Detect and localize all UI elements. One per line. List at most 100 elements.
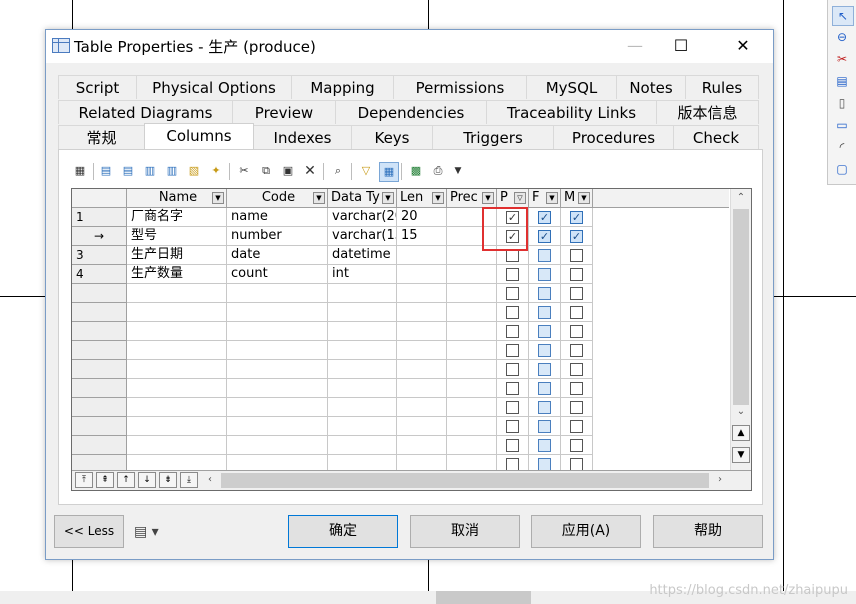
tab-mapping[interactable]: Mapping <box>291 75 394 99</box>
cell-type[interactable]: int <box>328 265 397 284</box>
checkbox-p[interactable] <box>506 401 519 414</box>
table-row[interactable]: 3 生产日期 date datetime <box>72 246 729 265</box>
table-row[interactable] <box>72 303 729 322</box>
move-bottom-icon[interactable]: ⤓ <box>180 472 198 488</box>
checkbox-f[interactable] <box>538 268 551 281</box>
delete-icon[interactable]: ✕ <box>301 162 319 180</box>
ok-button[interactable]: 确定 <box>288 515 398 548</box>
cell-len[interactable] <box>397 341 447 360</box>
tab-related-diagrams[interactable]: Related Diagrams <box>58 100 233 124</box>
row-header[interactable] <box>72 398 127 417</box>
checkbox-f[interactable] <box>538 420 551 433</box>
checkbox-m[interactable] <box>570 325 583 338</box>
header-length[interactable]: Len ▼ <box>397 189 447 208</box>
row-header[interactable] <box>72 284 127 303</box>
checkbox-f[interactable] <box>538 325 551 338</box>
move-up-icon[interactable]: ↑ <box>117 472 135 488</box>
cell-type[interactable] <box>328 360 397 379</box>
copy-icon[interactable]: ⧉ <box>257 162 275 180</box>
tab-triggers[interactable]: Triggers <box>432 125 554 149</box>
checkbox-f[interactable]: ✓ <box>538 230 551 243</box>
checkbox-m[interactable] <box>570 439 583 452</box>
checkbox-f[interactable]: ✓ <box>538 211 551 224</box>
wand-icon[interactable]: ✦ <box>207 162 225 180</box>
cell-code[interactable]: number <box>227 227 328 246</box>
header-name[interactable]: Name ▼ <box>127 189 227 208</box>
cell-precision[interactable] <box>447 360 497 379</box>
tab-physical-options[interactable]: Physical Options <box>136 75 292 99</box>
row-header[interactable] <box>72 341 127 360</box>
page-down-icon[interactable]: ▼ <box>732 447 750 463</box>
maximize-button[interactable]: ☐ <box>658 30 704 62</box>
cell-name[interactable] <box>127 398 227 417</box>
add-columns-icon[interactable]: ▥ <box>141 162 159 180</box>
cell-code[interactable] <box>227 379 328 398</box>
cell-name[interactable] <box>127 303 227 322</box>
cell-len[interactable] <box>397 265 447 284</box>
row-header[interactable] <box>72 303 127 322</box>
cell-precision[interactable] <box>447 284 497 303</box>
cell-type[interactable] <box>328 284 397 303</box>
header-mandatory[interactable]: M ▼ <box>561 189 593 208</box>
paste-icon[interactable]: ▣ <box>279 162 297 180</box>
move-down-icon[interactable]: ↓ <box>138 472 156 488</box>
tab-traceability-links[interactable]: Traceability Links <box>486 100 657 124</box>
cancel-button[interactable]: 取消 <box>410 515 520 548</box>
tab-version-info[interactable]: 版本信息 <box>656 100 759 124</box>
cell-code[interactable] <box>227 417 328 436</box>
cell-type[interactable] <box>328 417 397 436</box>
note-icon[interactable]: ▯ <box>832 94 852 112</box>
excel-icon[interactable]: ▩ <box>407 162 425 180</box>
vscroll-thumb[interactable] <box>733 209 749 405</box>
cell-type[interactable]: varchar(15 <box>328 227 397 246</box>
cell-code[interactable] <box>227 322 328 341</box>
header-code[interactable]: Code ▼ <box>227 189 328 208</box>
filter-icon[interactable]: ▽ <box>514 192 526 204</box>
minimize-button[interactable]: — <box>612 30 658 62</box>
tab-indexes[interactable]: Indexes <box>253 125 352 149</box>
checkbox-f[interactable] <box>538 344 551 357</box>
cell-precision[interactable] <box>447 303 497 322</box>
cell-precision[interactable] <box>447 417 497 436</box>
row-header[interactable] <box>72 322 127 341</box>
row-header[interactable] <box>72 436 127 455</box>
move-top-icon[interactable]: ⤒ <box>75 472 93 488</box>
checkbox-m[interactable] <box>570 382 583 395</box>
cell-name[interactable] <box>127 341 227 360</box>
checkbox-f[interactable] <box>538 249 551 262</box>
cell-precision[interactable] <box>447 398 497 417</box>
checkbox-f[interactable] <box>538 401 551 414</box>
cell-precision[interactable] <box>447 379 497 398</box>
cell-name[interactable] <box>127 379 227 398</box>
cell-code[interactable] <box>227 398 328 417</box>
checkbox-m[interactable] <box>570 287 583 300</box>
row-header[interactable]: 3 <box>72 246 127 265</box>
header-primary[interactable]: P ▽ <box>497 189 529 208</box>
checkbox-m[interactable] <box>570 420 583 433</box>
dropdown-icon[interactable]: ▼ <box>382 192 394 204</box>
cell-len[interactable]: 15 <box>397 227 447 246</box>
tab-procedures[interactable]: Procedures <box>553 125 674 149</box>
dropdown-icon[interactable]: ▼ <box>313 192 325 204</box>
dropdown-icon[interactable]: ▼ <box>482 192 494 204</box>
cell-name[interactable] <box>127 284 227 303</box>
tab-script[interactable]: Script <box>58 75 137 99</box>
cell-name[interactable] <box>127 436 227 455</box>
cell-name[interactable]: 生产数量 <box>127 265 227 284</box>
cell-name[interactable]: 厂商名字 <box>127 208 227 227</box>
checkbox-p[interactable] <box>506 439 519 452</box>
cell-len[interactable] <box>397 322 447 341</box>
apply-button[interactable]: 应用(A) <box>531 515 641 548</box>
checkbox-p[interactable] <box>506 287 519 300</box>
cell-name[interactable]: 型号 <box>127 227 227 246</box>
cell-code[interactable] <box>227 360 328 379</box>
cell-len[interactable] <box>397 303 447 322</box>
tab-mysql[interactable]: MySQL <box>526 75 617 99</box>
help-button[interactable]: 帮助 <box>653 515 763 548</box>
dropdown-icon[interactable]: ▼ <box>546 192 558 204</box>
scroll-down-icon[interactable]: ⌄ <box>732 403 750 421</box>
cell-type[interactable] <box>328 398 397 417</box>
checkbox-m[interactable]: ✓ <box>570 211 583 224</box>
dropdown-icon[interactable]: ▼ <box>212 192 224 204</box>
table-row[interactable] <box>72 360 729 379</box>
